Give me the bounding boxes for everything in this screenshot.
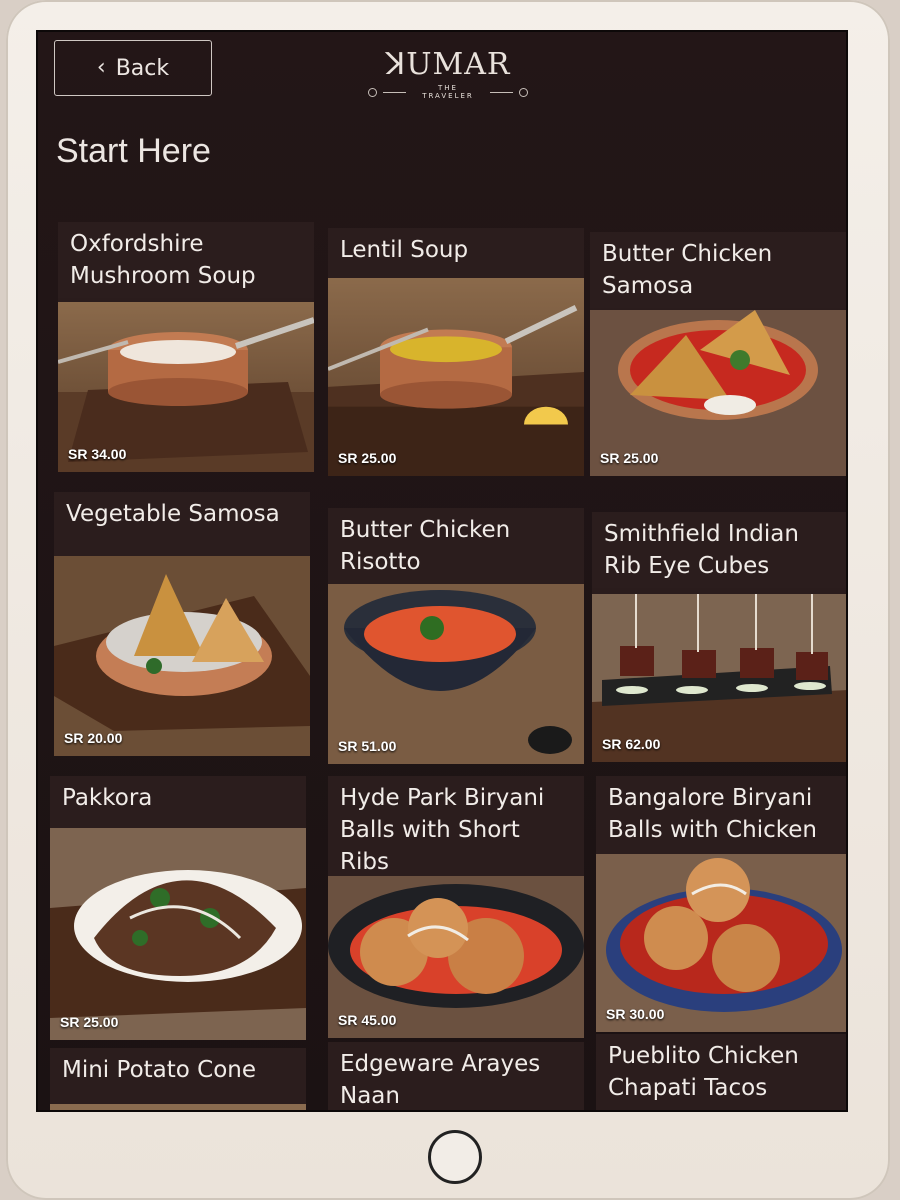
price-label: SR 25.00	[600, 450, 659, 466]
home-button[interactable]	[428, 1130, 482, 1184]
menu-item-card[interactable]: Vegetable Samosa SR 20.00	[54, 492, 310, 756]
menu-item-name: Butter Chicken Samosa	[590, 232, 846, 308]
food-photo: SR 25.00	[328, 278, 584, 476]
food-photo: SR 62.00	[592, 594, 846, 762]
menu-item-name: Bangalore Biryani Balls with Chicken	[596, 776, 846, 854]
menu-item-card[interactable]: Butter Chicken Samosa SR 25.00	[590, 232, 846, 476]
menu-item-name: Hyde Park Biryani Balls with Short Ribs	[328, 776, 584, 876]
price-label: SR 25.00	[60, 1014, 119, 1030]
menu-item-card[interactable]: Oxfordshire Mushroom Soup SR 34.00	[58, 222, 314, 472]
food-photo	[50, 1104, 306, 1110]
menu-item-card[interactable]: Edgeware Arayes Naan	[328, 1042, 584, 1110]
menu-item-card[interactable]: Lentil Soup SR 25.00	[328, 228, 584, 476]
food-photo: SR 25.00	[590, 310, 846, 476]
menu-item-card[interactable]: Hyde Park Biryani Balls with Short Ribs …	[328, 776, 584, 1038]
food-photo: SR 25.00	[50, 828, 306, 1040]
food-photo: SR 30.00	[596, 854, 846, 1032]
price-label: SR 45.00	[338, 1012, 397, 1028]
section-title: Start Here	[56, 132, 211, 170]
food-photo: SR 51.00	[328, 584, 584, 764]
price-label: SR 34.00	[68, 446, 127, 462]
chevron-left-icon: ‹	[96, 55, 106, 80]
tablet-frame: ‹ Back ꓘUMAR THE TRAVELER Start Here Oxf…	[6, 0, 890, 1200]
menu-item-card[interactable]: Pakkora SR 25.00	[50, 776, 306, 1040]
price-label: SR 51.00	[338, 738, 397, 754]
menu-item-card[interactable]: Smithfield Indian Rib Eye Cubes SR 62.00	[592, 512, 846, 762]
food-photo: SR 34.00	[58, 302, 314, 472]
menu-item-name: Pakkora	[50, 776, 306, 828]
back-label: Back	[115, 55, 170, 81]
kiosk-screen: ‹ Back ꓘUMAR THE TRAVELER Start Here Oxf…	[36, 30, 848, 1112]
brand-name: ꓘUMAR	[385, 47, 511, 82]
price-label: SR 25.00	[338, 450, 397, 466]
menu-item-name: Mini Potato Cone	[50, 1048, 306, 1104]
brand-tagline: THE TRAVELER	[422, 84, 474, 100]
menu-item-card[interactable]: Mini Potato Cone	[50, 1048, 306, 1110]
menu-item-name: Oxfordshire Mushroom Soup	[58, 222, 314, 298]
menu-item-name: Butter Chicken Risotto	[328, 508, 584, 584]
brand-logo: ꓘUMAR THE TRAVELER	[368, 50, 528, 100]
price-label: SR 20.00	[64, 730, 123, 746]
menu-item-name: Pueblito Chicken Chapati Tacos	[596, 1034, 846, 1110]
menu-item-card[interactable]: Bangalore Biryani Balls with Chicken SR …	[596, 776, 846, 1032]
back-button[interactable]: ‹ Back	[54, 40, 212, 96]
menu-item-name: Vegetable Samosa	[54, 492, 310, 556]
menu-item-card[interactable]: Butter Chicken Risotto SR 51.00	[328, 508, 584, 764]
menu-item-name: Edgeware Arayes Naan	[328, 1042, 584, 1110]
price-label: SR 62.00	[602, 736, 661, 752]
food-photo: SR 45.00	[328, 876, 584, 1038]
menu-item-card[interactable]: Pueblito Chicken Chapati Tacos	[596, 1034, 846, 1110]
price-label: SR 30.00	[606, 1006, 665, 1022]
menu-item-name: Smithfield Indian Rib Eye Cubes	[592, 512, 846, 588]
food-photo: SR 20.00	[54, 556, 310, 756]
